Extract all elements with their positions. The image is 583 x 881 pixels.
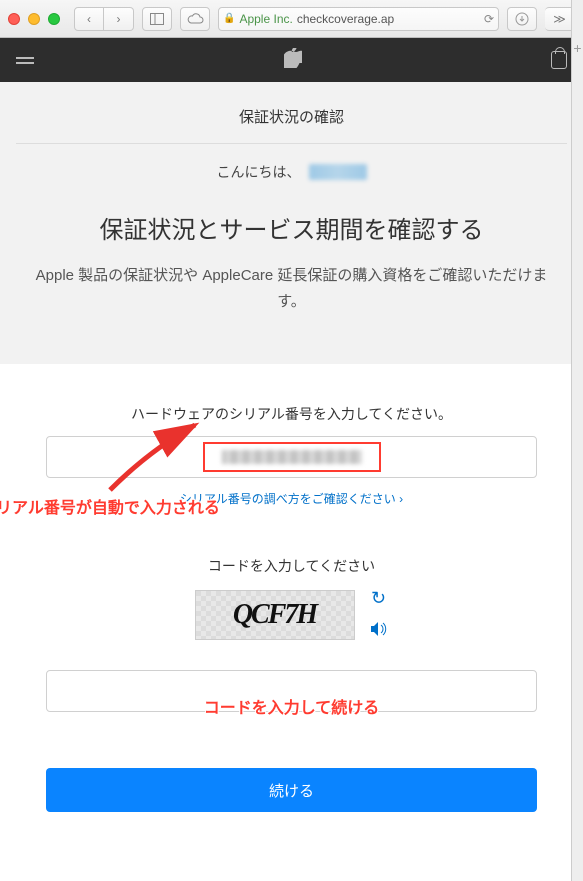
icloud-tabs-button[interactable] (180, 7, 210, 31)
greeting-label: こんにちは、 (217, 162, 301, 182)
captcha-controls: ↻ (369, 588, 389, 642)
sidebar-icon (150, 13, 164, 25)
captcha-image: QCF7H (195, 590, 355, 640)
window-controls (8, 13, 60, 25)
user-name-redacted (309, 164, 367, 180)
shopping-bag-button[interactable] (551, 51, 567, 69)
annotation-code-continue: コードを入力して続ける (162, 694, 422, 718)
new-tab-button[interactable]: + (573, 40, 581, 56)
menu-button[interactable] (16, 57, 34, 64)
site-global-nav (0, 38, 583, 82)
back-button[interactable]: ‹ (74, 7, 104, 31)
forward-button[interactable]: › (104, 7, 134, 31)
browser-toolbar: ‹ › 🔒 Apple Inc. checkcoverage.ap ⟳ ≫ (0, 0, 583, 38)
apple-logo-icon (284, 48, 302, 68)
bag-icon (551, 51, 567, 69)
serial-label: ハードウェアのシリアル番号を入力してください。 (46, 404, 537, 424)
cloud-icon (186, 13, 204, 25)
captcha-label: コードを入力してください (46, 556, 537, 576)
zoom-window-button[interactable] (48, 13, 60, 25)
continue-button[interactable]: 続ける (46, 768, 537, 812)
page-title: 保証状況の確認 (16, 106, 567, 144)
hero-heading: 保証状況とサービス期間を確認する (10, 210, 573, 245)
reload-icon[interactable]: ⟳ (484, 12, 494, 26)
greeting-row: こんにちは、 (10, 162, 573, 182)
url-company: Apple Inc. (239, 12, 292, 26)
captcha-row: QCF7H ↻ (46, 588, 537, 642)
serial-input-wrap (46, 436, 537, 478)
downloads-button[interactable] (507, 7, 537, 31)
minimize-window-button[interactable] (28, 13, 40, 25)
hero-description: Apple 製品の保証状況や AppleCare 延長保証の購入資格をご確認いた… (10, 263, 573, 314)
sound-icon (369, 621, 389, 637)
captcha-audio-button[interactable] (369, 621, 389, 642)
apple-logo[interactable] (284, 48, 302, 73)
close-window-button[interactable] (8, 13, 20, 25)
url-domain: checkcoverage.ap (297, 12, 394, 26)
annotation-serial-auto: シリアル番号が自動で入力される (0, 494, 220, 518)
address-bar[interactable]: 🔒 Apple Inc. checkcoverage.ap ⟳ (218, 7, 499, 31)
sidebar-toggle-button[interactable] (142, 7, 172, 31)
serial-value-redacted (222, 450, 362, 464)
lock-icon: 🔒 (223, 13, 235, 24)
serial-form-section: ハードウェアのシリアル番号を入力してください。 シリアル番号の調べ方をご確認くだ… (0, 364, 583, 832)
captcha-refresh-button[interactable]: ↻ (369, 588, 389, 609)
download-icon (515, 12, 529, 26)
captcha-section: コードを入力してください QCF7H ↻ コードを入力して続ける 続ける (46, 556, 537, 812)
nav-buttons: ‹ › (74, 7, 134, 31)
hero-section: 保証状況の確認 こんにちは、 保証状況とサービス期間を確認する Apple 製品… (0, 82, 583, 364)
